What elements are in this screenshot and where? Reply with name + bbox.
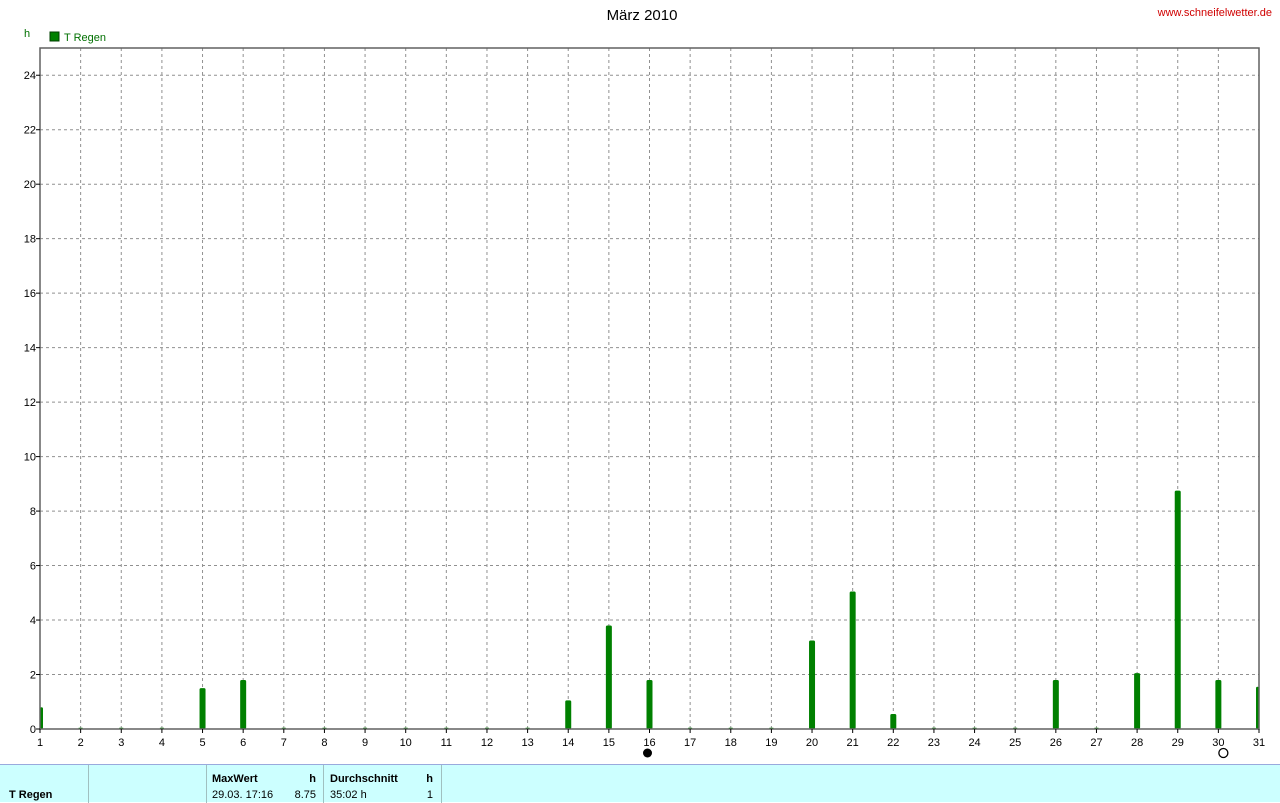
y-tick-label: 4 [30,615,36,627]
y-tick-label: 6 [30,561,36,573]
y-tick-label: 18 [24,234,36,246]
x-tick-label: 8 [321,737,327,749]
footer-avg-cell: Durchschnitt h 35:02 h 1 [324,765,442,803]
bar [646,679,653,729]
bar [1134,673,1141,729]
bar [605,625,612,729]
footer-series-cell: T Regen [0,765,89,803]
source-url: www.schneifelwetter.de [1157,7,1272,19]
max-value: 8.75 [294,789,316,801]
bar [809,640,816,729]
x-tick-label: 2 [78,737,84,749]
x-tick-label: 12 [481,737,493,749]
x-tick-label: 31 [1253,737,1265,749]
y-tick-label: 20 [24,179,36,191]
stats-footer: T Regen MaxWert h 29.03. 17:16 8.75 Durc… [0,764,1280,803]
max-unit: h [309,773,316,785]
y-tick-label: 22 [24,125,36,137]
bar [890,714,897,729]
x-tick-labels: 1 2 3 4 5 6 7 8 9 10 11 12 13 14 15 16 17 18 19 20 21 22 23 24 2… [37,737,1265,749]
x-tick-label: 22 [887,737,899,749]
avg-value: 35:02 h [330,789,367,801]
x-tick-label: 17 [684,737,696,749]
x-tick-label: 16 [643,737,655,749]
legend-swatch [49,31,60,42]
x-tick-label: 14 [562,737,574,749]
bars [40,490,1259,730]
grid [40,48,1259,729]
full-moon-icon [1218,747,1229,759]
x-tick-label: 5 [199,737,205,749]
y-tick-label: 0 [30,724,36,736]
x-tick-label: 11 [441,737,452,749]
x-tick-label: 6 [240,737,246,749]
footer-empty-cell [89,765,207,803]
bar [565,700,572,729]
x-tick-label: 23 [928,737,940,749]
y-tick-label: 24 [24,70,36,82]
new-moon-icon [643,748,652,758]
max-header: MaxWert [212,773,258,785]
y-tick-label: 2 [30,670,36,682]
footer-series-label: T Regen [9,789,53,801]
y-axis-unit: h [24,28,30,40]
y-tick-label: 16 [24,288,36,300]
x-tick-label: 1 [37,737,43,749]
x-tick-label: 30 [1212,737,1224,749]
bar [1174,490,1181,729]
x-tick-label: 13 [521,737,533,749]
rain-duration-chart: März 2010 www.schneifelwetter.de h T Reg… [24,7,1272,759]
x-tick-label: 9 [362,737,368,749]
avg-header: Durchschnitt [330,773,398,785]
x-tick-label: 27 [1090,737,1102,749]
x-tick-label: 4 [159,737,165,749]
footer-max-cell: MaxWert h 29.03. 17:16 8.75 [207,765,324,803]
avg-extra: 1 [426,789,433,801]
y-tick-label: 12 [24,397,36,409]
chart-title: März 2010 [607,7,678,24]
bar [240,679,247,729]
moon-phase-markers [643,747,1229,759]
x-tick-label: 7 [281,737,287,749]
bar [1052,679,1059,729]
bar [1215,679,1222,729]
y-tick-label: 10 [24,452,36,464]
x-tick-label: 21 [847,737,859,749]
y-tick-label: 8 [30,506,36,518]
x-tick-label: 18 [725,737,737,749]
bar [199,688,206,729]
x-tick-label: 25 [1009,737,1021,749]
axes [36,47,1260,733]
x-tick-label: 24 [968,737,980,749]
avg-unit: h [426,773,433,785]
x-tick-label: 28 [1131,737,1143,749]
x-tick-label: 20 [806,737,818,749]
x-tick-label: 26 [1050,737,1062,749]
x-tick-label: 29 [1172,737,1184,749]
y-tick-label: 14 [24,343,36,355]
bar [849,591,856,729]
x-tick-label: 15 [603,737,615,749]
x-tick-label: 10 [400,737,412,749]
x-tick-label: 3 [118,737,124,749]
legend-label: T Regen [64,32,106,44]
max-when: 29.03. 17:16 [212,789,274,801]
y-tick-labels: 024681012141618202224 [24,70,36,736]
x-tick-label: 19 [765,737,777,749]
